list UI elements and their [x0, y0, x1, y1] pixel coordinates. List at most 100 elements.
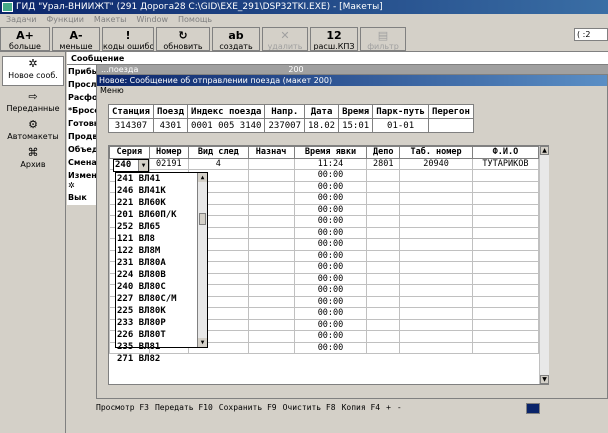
crew-cell[interactable] [399, 261, 473, 274]
crew-cell[interactable] [471, 169, 540, 182]
strip-item[interactable]: Продвв [67, 130, 96, 143]
series-dropdown[interactable]: 241 ВЛ41 246 ВЛ41К 221 ВЛ60К 201 ВЛ60П/К 252… [115, 172, 208, 364]
crew-cell[interactable] [399, 249, 473, 262]
crew-scrollbar[interactable]: ▲ ▼ [539, 146, 549, 384]
header-cell[interactable]: 15:01 [338, 118, 374, 133]
toolbar-button[interactable]: ↻ обновить [156, 27, 210, 51]
crew-cell[interactable] [247, 249, 295, 262]
series-option[interactable]: 201 ВЛ60П/К [116, 209, 207, 221]
crew-cell[interactable]: 00:00 [293, 238, 368, 251]
series-option[interactable]: 221 ВЛ60К [116, 197, 207, 209]
strip-item[interactable]: Просле [67, 78, 96, 91]
crew-cell[interactable] [471, 238, 540, 251]
crew-cell[interactable] [366, 330, 401, 343]
crew-cell[interactable] [247, 238, 295, 251]
crew-cell[interactable]: 00:00 [293, 203, 368, 216]
crew-cell[interactable]: 4 [188, 157, 249, 170]
strip-item[interactable]: Расфор [67, 91, 96, 104]
crew-cell[interactable] [471, 307, 540, 320]
toolbar-button[interactable]: A-меньше [52, 27, 100, 51]
crew-cell[interactable] [366, 295, 401, 308]
crew-cell[interactable] [247, 341, 295, 354]
status-item[interactable]: Просмотр F3 [96, 403, 149, 412]
crew-cell[interactable] [471, 261, 540, 274]
crew-cell[interactable]: 00:00 [293, 272, 368, 285]
crew-cell[interactable] [471, 318, 540, 331]
crew-cell[interactable] [399, 203, 473, 216]
series-option[interactable]: 233 ВЛ80Р [116, 317, 207, 329]
dialog-title[interactable]: Новое: Сообщение об отправлении поезда (… [97, 75, 607, 86]
header-cell[interactable]: 314307 [108, 118, 154, 133]
left-nav-item[interactable]: ✲ Новое сооб. [2, 56, 64, 86]
crew-cell[interactable] [366, 238, 401, 251]
crew-cell[interactable] [471, 284, 540, 297]
crew-cell[interactable] [471, 341, 540, 354]
crew-cell[interactable]: 00:00 [293, 330, 368, 343]
window-titlebar[interactable]: ГИД "Урал-ВНИИЖТ" (291 Дорога28 C:\GID\E… [0, 0, 608, 14]
crew-cell[interactable]: 00:00 [293, 295, 368, 308]
series-option[interactable]: 235 ВЛ81 [116, 341, 207, 353]
crew-cell[interactable] [471, 180, 540, 193]
strip-item[interactable]: Смена [67, 156, 96, 169]
crew-cell[interactable] [366, 307, 401, 320]
dropdown-up-icon[interactable]: ▲ [198, 173, 207, 182]
crew-cell[interactable] [366, 215, 401, 228]
crew-cell[interactable] [471, 203, 540, 216]
crew-cell[interactable] [399, 330, 473, 343]
crew-cell[interactable]: 00:00 [293, 226, 368, 239]
crew-cell[interactable] [399, 272, 473, 285]
series-option[interactable]: 246 ВЛ41К [116, 185, 207, 197]
menu-item[interactable]: Функции [46, 15, 84, 24]
series-option[interactable]: 252 ВЛ65 [116, 221, 207, 233]
crew-cell[interactable]: 00:00 [293, 215, 368, 228]
status-item[interactable]: Копия F4 [342, 403, 381, 412]
series-option[interactable]: 224 ВЛ80В [116, 269, 207, 281]
crew-cell[interactable]: 00:00 [293, 169, 368, 182]
crew-cell[interactable] [366, 169, 401, 182]
crew-cell[interactable] [247, 261, 295, 274]
toolbar-button[interactable]: ab создать [212, 27, 260, 51]
scroll-down-icon[interactable]: ▼ [540, 375, 549, 384]
crew-cell[interactable]: 11:24 [293, 157, 368, 170]
crew-cell[interactable]: 00:00 [293, 261, 368, 274]
header-cell[interactable]: 237007 [264, 118, 305, 133]
crew-cell[interactable] [366, 249, 401, 262]
crew-cell[interactable] [247, 215, 295, 228]
crew-cell[interactable] [247, 157, 295, 170]
series-option[interactable]: 227 ВЛ80С/М [116, 293, 207, 305]
dropdown-thumb[interactable] [199, 213, 206, 225]
crew-cell[interactable]: 00:00 [293, 318, 368, 331]
crew-cell[interactable]: 00:00 [293, 341, 368, 354]
menu-item[interactable]: Макеты [94, 15, 127, 24]
header-cell[interactable]: 4301 [152, 118, 189, 133]
left-nav-item[interactable]: ⇨ Переданные [2, 90, 64, 113]
crew-cell[interactable] [247, 169, 295, 182]
toolbar-button[interactable]: ✕ удалить [262, 27, 308, 51]
layers-icon[interactable] [526, 403, 540, 414]
series-option[interactable]: 271 ВЛ82 [116, 353, 207, 365]
crew-row[interactable]: 02191 4 11:24 2801 20940 ТУТАРИКОВ [109, 157, 540, 170]
crew-cell[interactable] [366, 272, 401, 285]
crew-cell[interactable]: 00:00 [293, 249, 368, 262]
crew-cell[interactable]: 00:00 [293, 192, 368, 205]
crew-cell[interactable] [471, 295, 540, 308]
crew-cell[interactable] [399, 307, 473, 320]
chevron-down-icon[interactable]: ▼ [138, 160, 148, 171]
menu-item[interactable]: Window [136, 15, 168, 24]
series-combo[interactable]: 240 ▼ [113, 159, 149, 172]
crew-cell[interactable] [471, 330, 540, 343]
series-option[interactable]: 231 ВЛ80А [116, 257, 207, 269]
dialog-menu[interactable]: Меню [100, 86, 124, 96]
crew-cell[interactable] [399, 215, 473, 228]
crew-cell[interactable] [247, 307, 295, 320]
crew-cell[interactable] [399, 295, 473, 308]
crew-cell[interactable] [366, 180, 401, 193]
series-option[interactable]: 226 ВЛ80Т [116, 329, 207, 341]
series-option[interactable]: 240 ВЛ80С [116, 281, 207, 293]
scroll-up-icon[interactable]: ▲ [540, 146, 549, 155]
toolbar-button[interactable]: ! коды ошибок [102, 27, 154, 51]
crew-cell[interactable] [399, 226, 473, 239]
dropdown-down-icon[interactable]: ▼ [198, 338, 207, 347]
crew-cell[interactable] [366, 226, 401, 239]
crew-cell[interactable] [399, 284, 473, 297]
